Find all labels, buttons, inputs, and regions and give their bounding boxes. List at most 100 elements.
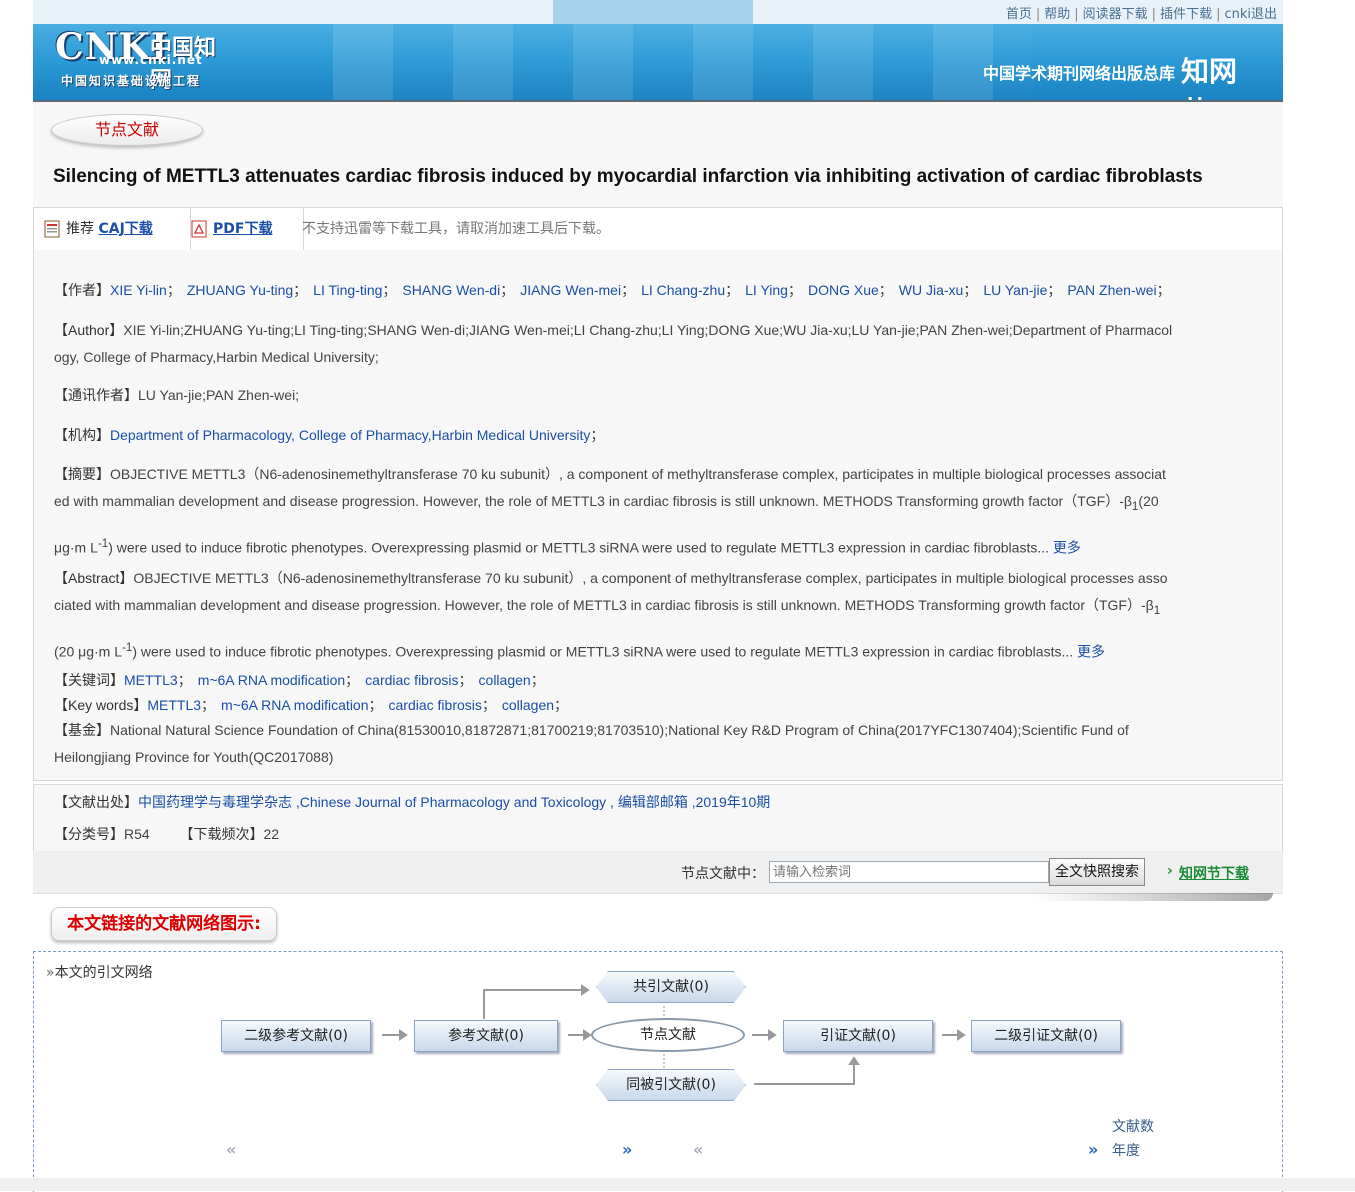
abs-en-line2: ciated with mammalian development and di… bbox=[54, 597, 1154, 613]
caj-download-cell: 推荐 CAJ下载 bbox=[34, 208, 191, 250]
download-note: 不支持迅雷等下载工具，请取消加速工具后下载。 bbox=[302, 221, 610, 237]
top-nav-link[interactable]: 插件下载 bbox=[1160, 7, 1212, 22]
kw-label: 【关键词】 bbox=[54, 672, 124, 688]
source-row: 【文献出处】中国药理学与毒理学杂志 ,Chinese Journal of Ph… bbox=[54, 789, 770, 816]
author-link[interactable]: SHANG Wen-di bbox=[402, 282, 500, 298]
authors-label: 【作者】 bbox=[54, 282, 110, 298]
pdf-file-icon bbox=[191, 220, 207, 238]
fund-line1: National Natural Science Foundation of C… bbox=[110, 722, 1129, 738]
header-database-name: 中国学术期刊网络出版总库 bbox=[982, 64, 1175, 83]
search-bar: 节点文献中： 全文快照搜索 › 知网节下载 bbox=[33, 851, 1283, 894]
fund-row: 【基金】National Natural Science Foundation … bbox=[54, 717, 1264, 771]
dl-count-value: 22 bbox=[263, 826, 280, 842]
author-link[interactable]: PAN Zhen-wei bbox=[1067, 282, 1156, 298]
class-label: 【分类号】 bbox=[54, 826, 124, 842]
abs-en-line4b: ) were used to induce fibrotic phenotype… bbox=[132, 643, 1074, 660]
keywords-en-row: 【Key words】METTL3； m~6A RNA modification；… bbox=[54, 692, 574, 719]
fund-line2: Heilongjiang Province for Youth(QC201708… bbox=[54, 749, 334, 765]
author-link[interactable]: LU Yan-jie bbox=[983, 282, 1047, 298]
corr-value: LU Yan-jie;PAN Zhen-wei; bbox=[138, 387, 300, 403]
keyword-link[interactable]: collagen bbox=[479, 672, 531, 688]
keyword-link[interactable]: cardiac fibrosis bbox=[389, 697, 482, 713]
node-document-label: 节点文献 bbox=[51, 114, 203, 146]
abs-en-more-link[interactable]: 更多 bbox=[1077, 643, 1105, 659]
top-nav-link[interactable]: cnki退出 bbox=[1224, 7, 1277, 22]
logo-url: www.cnki.net bbox=[99, 53, 203, 67]
second-level-citing-node[interactable]: 二级引证文献(0) bbox=[971, 1020, 1121, 1052]
inst-label: 【机构】 bbox=[54, 427, 110, 443]
top-nav-link[interactable]: 帮助 bbox=[1044, 7, 1070, 22]
keyword-link[interactable]: m~6A RNA modification bbox=[198, 672, 345, 688]
zhiwangjie-download-link[interactable]: 知网节下载 bbox=[1179, 863, 1249, 883]
author-link[interactable]: JIANG Wen-mei bbox=[520, 282, 621, 298]
author-link[interactable]: ZHUANG Yu-ting bbox=[187, 282, 293, 298]
institution-row: 【机构】Department of Pharmacology, College … bbox=[54, 427, 605, 443]
references-node[interactable]: 参考文献(0) bbox=[414, 1020, 558, 1052]
prev-left-icon[interactable]: « bbox=[226, 1140, 236, 1159]
citation-network: »本文的引文网络 二级参考文献(0) 参考文献(0) 节点文献 引证文献(0) … bbox=[33, 951, 1283, 1192]
article-details: 【作者】XIE Yi-lin； ZHUANG Yu-ting； LI Ting-ti… bbox=[33, 250, 1283, 781]
prev-right-icon[interactable]: « bbox=[693, 1140, 703, 1159]
abstract-cn-row: 【摘要】OBJECTIVE METTL3（N6-adenosinemethylt… bbox=[54, 461, 1264, 561]
abstract-en-row: 【Abstract】OBJECTIVE METTL3（N6-adenosinem… bbox=[54, 565, 1264, 665]
source-label: 【文献出处】 bbox=[54, 794, 138, 810]
abs-en-line1: OBJECTIVE METTL3（N6-adenosinemethyltrans… bbox=[133, 570, 1168, 586]
corresponding-row: 【通讯作者】LU Yan-jie;PAN Zhen-wei; bbox=[54, 382, 299, 409]
top-nav-link[interactable]: 阅读器下载 bbox=[1083, 7, 1148, 22]
abs-cn-sup: -1 bbox=[97, 536, 109, 550]
next-left-icon[interactable]: » bbox=[622, 1140, 632, 1159]
article-title: Silencing of METTL3 attenuates cardiac f… bbox=[53, 166, 1203, 187]
author-link[interactable]: DONG Xue bbox=[808, 282, 879, 298]
class-value: R54 bbox=[124, 826, 150, 842]
node-document-center[interactable]: 节点文献 bbox=[591, 1018, 745, 1052]
abs-cn-more-link[interactable]: 更多 bbox=[1053, 539, 1081, 555]
abs-en-line4a: (20 μg·m L bbox=[54, 643, 122, 660]
second-level-references-node[interactable]: 二级参考文献(0) bbox=[221, 1020, 371, 1052]
author-en-label: 【Author】 bbox=[54, 322, 124, 338]
co-cited-node[interactable]: 同被引文献(0) bbox=[596, 1069, 746, 1101]
caj-download-link[interactable]: CAJ下载 bbox=[98, 221, 152, 237]
arrow-right-icon: › bbox=[1167, 863, 1173, 879]
author-link[interactable]: LI Ying bbox=[745, 282, 788, 298]
keyword-link[interactable]: METTL3 bbox=[147, 697, 201, 713]
keyword-link[interactable]: collagen bbox=[502, 697, 554, 713]
abs-cn-line4b: ) were used to induce fibrotic phenotype… bbox=[108, 539, 1049, 556]
author-link[interactable]: XIE Yi-lin bbox=[110, 282, 167, 298]
author-link[interactable]: LI Ting-ting bbox=[313, 282, 382, 298]
author-en-line1: XIE Yi-lin;ZHUANG Yu-ting;LI Ting-ting;S… bbox=[123, 322, 1173, 338]
author-en-line2: ogy, College of Pharmacy,Harbin Medical … bbox=[54, 349, 379, 365]
cnki-logo[interactable]: CNKI 中国知网 www.cnki.net 中国知识基础设施工程 bbox=[55, 26, 235, 93]
keywords-row: 【关键词】METTL3； m~6A RNA modification； cardia… bbox=[54, 667, 551, 694]
abs-cn-line1: OBJECTIVE METTL3（N6-adenosinemethyltrans… bbox=[110, 466, 1166, 482]
search-label: 节点文献中： bbox=[681, 866, 765, 882]
fulltext-search-button[interactable]: 全文快照搜索 bbox=[1049, 858, 1145, 886]
keyword-link[interactable]: cardiac fibrosis bbox=[365, 672, 458, 688]
pdf-download-cell: PDF下载 bbox=[181, 208, 304, 250]
top-nav-link[interactable]: 首页 bbox=[1006, 7, 1032, 22]
citing-documents-node[interactable]: 引证文献(0) bbox=[783, 1020, 933, 1052]
author-link[interactable]: LI Chang-zhu bbox=[641, 282, 725, 298]
next-right-icon[interactable]: » bbox=[1088, 1140, 1098, 1159]
dl-count-label: 【下载频次】 bbox=[179, 826, 264, 842]
search-input[interactable] bbox=[769, 861, 1049, 883]
abs-cn-line2: ed with mammalian development and diseas… bbox=[54, 493, 1132, 509]
abs-cn-line3: (20 bbox=[1138, 493, 1159, 509]
keyword-link[interactable]: METTL3 bbox=[124, 672, 178, 688]
pdf-download-link[interactable]: PDF下载 bbox=[213, 221, 272, 237]
co-citation-node[interactable]: 共引文献(0) bbox=[596, 971, 746, 1003]
abs-en-sub: 1 bbox=[1153, 603, 1161, 617]
legend-count: 文献数 bbox=[1112, 1119, 1154, 1135]
top-nav-links: 首页 | 帮助 | 阅读器下载 | 插件下载 | cnki退出 bbox=[1005, 7, 1277, 22]
corr-label: 【通讯作者】 bbox=[54, 387, 138, 403]
legend-year: 年度 bbox=[1112, 1143, 1140, 1159]
keywords-en-list: METTL3； m~6A RNA modification； cardiac fib… bbox=[147, 697, 569, 713]
title-area: 节点文献 Silencing of METTL3 attenuates card… bbox=[33, 102, 1283, 207]
institution-link[interactable]: Department of Pharmacology, College of P… bbox=[110, 427, 590, 443]
source-link[interactable]: 中国药理学与毒理学杂志 ,Chinese Journal of Pharmaco… bbox=[138, 794, 770, 810]
kw-en-label: 【Key words】 bbox=[54, 697, 148, 713]
abs-en-label: 【Abstract】 bbox=[54, 570, 134, 586]
badge-text: 知网节 bbox=[1181, 55, 1238, 100]
abs-en-sup: -1 bbox=[121, 640, 133, 654]
keyword-link[interactable]: m~6A RNA modification bbox=[221, 697, 368, 713]
author-link[interactable]: WU Jia-xu bbox=[899, 282, 964, 298]
